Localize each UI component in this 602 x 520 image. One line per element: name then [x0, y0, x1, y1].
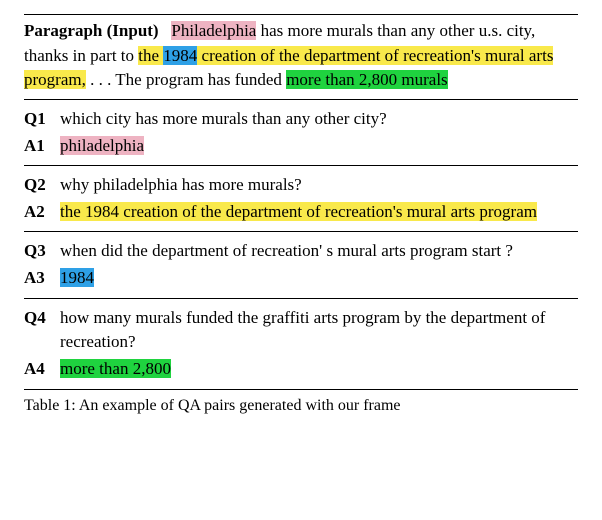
- q4-row: Q4 how many murals funded the graffiti a…: [24, 305, 578, 356]
- a-text: more than 2,800: [60, 357, 578, 382]
- q2-row: Q2 why philadelphia has more murals?: [24, 172, 578, 199]
- q-label: Q4: [24, 306, 60, 355]
- qa-block-3: Q3 when did the department of recreation…: [24, 232, 578, 298]
- qa-block-4: Q4 how many murals funded the graffiti a…: [24, 299, 578, 390]
- a-text: 1984: [60, 266, 578, 291]
- hl-yellow-2: creation of the department of recreation…: [197, 46, 524, 65]
- a-label: A3: [24, 266, 60, 291]
- q-text: why philadelphia has more murals?: [60, 173, 578, 198]
- qa-table: Paragraph (Input) Philadelphia has more …: [24, 14, 578, 390]
- q1-row: Q1 which city has more murals than any o…: [24, 106, 578, 133]
- qa-block-1: Q1 which city has more murals than any o…: [24, 100, 578, 166]
- q-text: how many murals funded the graffiti arts…: [60, 306, 578, 355]
- table-caption: Table 1: An example of QA pairs generate…: [24, 394, 578, 417]
- a-label: A4: [24, 357, 60, 382]
- paragraph-row: Paragraph (Input) Philadelphia has more …: [24, 15, 578, 100]
- q-label: Q3: [24, 239, 60, 264]
- hl-yellow-1: the: [138, 46, 163, 65]
- q-text: when did the department of recreation' s…: [60, 239, 578, 264]
- q3-row: Q3 when did the department of recreation…: [24, 238, 578, 265]
- hl-green-2: 2,800 murals: [359, 70, 448, 89]
- a4-hl: more than 2,800: [60, 359, 171, 378]
- para-seg-4: . . . The program has funded: [86, 70, 286, 89]
- qa-block-2: Q2 why philadelphia has more murals? A2 …: [24, 166, 578, 232]
- a2-row: A2 the 1984 creation of the department o…: [24, 199, 578, 226]
- a3-row: A3 1984: [24, 265, 578, 292]
- a4-row: A4 more than 2,800: [24, 356, 578, 383]
- a1-hl: philadelphia: [60, 136, 144, 155]
- a1-row: A1 philadelphia: [24, 133, 578, 160]
- q-label: Q2: [24, 173, 60, 198]
- a3-hl: 1984: [60, 268, 94, 287]
- a-label: A2: [24, 200, 60, 225]
- a-text: philadelphia: [60, 134, 578, 159]
- a-text: the 1984 creation of the department of r…: [60, 200, 578, 225]
- hl-green-1: more than: [286, 70, 359, 89]
- a2-hl: the 1984 creation of the department of r…: [60, 202, 537, 221]
- a-label: A1: [24, 134, 60, 159]
- hl-philadelphia: Philadelphia: [171, 21, 256, 40]
- paragraph-label: Paragraph (Input): [24, 21, 159, 40]
- q-label: Q1: [24, 107, 60, 132]
- hl-1984: 1984: [163, 46, 197, 65]
- q-text: which city has more murals than any othe…: [60, 107, 578, 132]
